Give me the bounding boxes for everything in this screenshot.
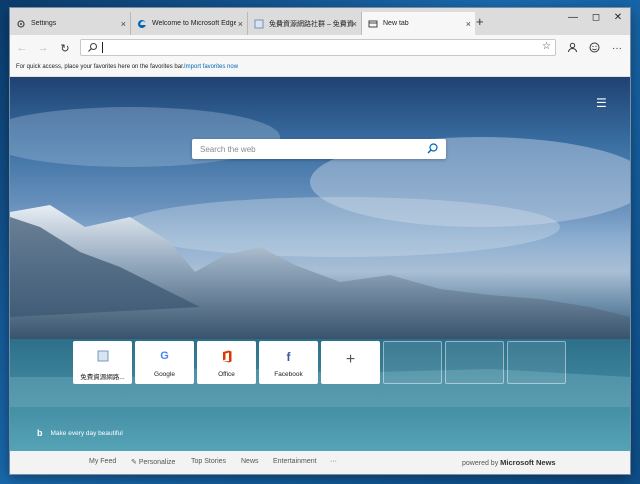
import-favorites-link[interactable]: Import favorites now [184,64,238,70]
add-site-tile[interactable]: + [321,341,380,384]
empty-tile [507,341,566,384]
nav-entertainment[interactable]: Entertainment [273,458,317,465]
empty-tile [383,341,442,384]
address-bar[interactable]: ☆ [80,39,556,56]
tile-label: Facebook [274,371,303,378]
bing-caption[interactable]: b Make every day beautiful [37,428,123,438]
top-site-tile[interactable]: 免費資源網路... [73,341,132,384]
close-tab-icon[interactable]: × [466,19,471,29]
newtab-icon [368,20,378,27]
bing-logo-icon: b [37,428,43,438]
background-image [10,107,630,451]
search-placeholder: Search the web [200,145,256,154]
close-tab-icon[interactable]: × [352,19,357,29]
more-menu-icon[interactable]: ··· [609,40,625,56]
page-settings-menu-icon[interactable]: ☰ [596,96,607,110]
top-site-tile[interactable]: f Facebook [259,341,318,384]
nav-personalize-label: Personalize [138,459,176,466]
new-tab-page: ☰ Search the web 免費資源網路... G Google Offi… [10,77,630,451]
favorites-bar-message: For quick access, place your favorites h… [16,64,185,70]
text-cursor [102,42,103,53]
facebook-icon: f [286,350,291,364]
new-tab-button[interactable]: + [476,14,484,29]
tile-label: Office [218,371,235,378]
tab-site[interactable]: 免費資源網路社群 – 免費資源網 × [248,12,362,35]
tile-label: Google [154,371,175,378]
image-caption: Make every day beautiful [50,429,123,437]
minimize-button[interactable]: — [562,12,584,23]
pencil-icon: ✎ [131,459,139,466]
profile-icon[interactable] [567,42,578,53]
browser-window: Settings × Welcome to Microsoft Edge Dev… [10,8,630,474]
favorite-star-icon[interactable]: ☆ [542,41,551,52]
office-icon [222,350,231,363]
forward-button[interactable]: → [35,40,51,56]
close-window-button[interactable]: ✕ [607,12,629,23]
tab-title: New tab [383,20,409,27]
maximize-button[interactable]: ◻ [585,12,607,23]
search-icon [88,42,98,52]
close-tab-icon[interactable]: × [121,19,126,29]
search-icon[interactable] [426,142,439,155]
site-icon [254,19,264,28]
tab-title: Welcome to Microsoft Edge Dev [152,20,236,27]
tab-strip: Settings × Welcome to Microsoft Edge Dev… [10,8,630,35]
nav-news[interactable]: News [241,458,259,465]
tab-new-tab[interactable]: New tab × [362,12,475,35]
google-icon: G [160,350,169,362]
top-site-tile[interactable]: G Google [135,341,194,384]
favorites-bar: For quick access, place your favorites h… [10,60,630,77]
top-sites: 免費資源網路... G Google Office f Facebook + [73,341,566,384]
edge-icon [137,19,146,28]
tile-label: 免費資源網路... [80,374,125,381]
web-search-box[interactable]: Search the web [192,139,446,159]
empty-tile [445,341,504,384]
nav-more[interactable]: ··· [330,458,337,465]
site-icon [97,350,108,362]
tab-welcome[interactable]: Welcome to Microsoft Edge Dev × [131,12,248,35]
tab-title: Settings [31,20,57,27]
tab-title: 免費資源網路社群 – 免費資源網 [269,20,353,28]
nav-personalize[interactable]: ✎ Personalize [131,458,175,466]
feedback-smiley-icon[interactable] [589,42,600,53]
plus-icon: + [345,351,356,368]
tab-settings[interactable]: Settings × [10,12,131,35]
powered-by-brand: Microsoft News [500,458,556,467]
powered-by-prefix: powered by [462,460,499,467]
gear-icon [17,19,25,28]
back-button[interactable]: ← [14,40,30,56]
nav-my-feed[interactable]: My Feed [89,458,116,465]
close-tab-icon[interactable]: × [238,19,243,29]
refresh-button[interactable]: ↻ [57,40,73,56]
powered-by: powered by Microsoft News [462,458,556,467]
news-nav-bar: My Feed ✎ Personalize Top Stories News E… [10,451,630,474]
top-site-tile[interactable]: Office [197,341,256,384]
nav-top-stories[interactable]: Top Stories [191,458,226,465]
navigation-toolbar: ← → ↻ ☆ ··· [10,35,630,60]
